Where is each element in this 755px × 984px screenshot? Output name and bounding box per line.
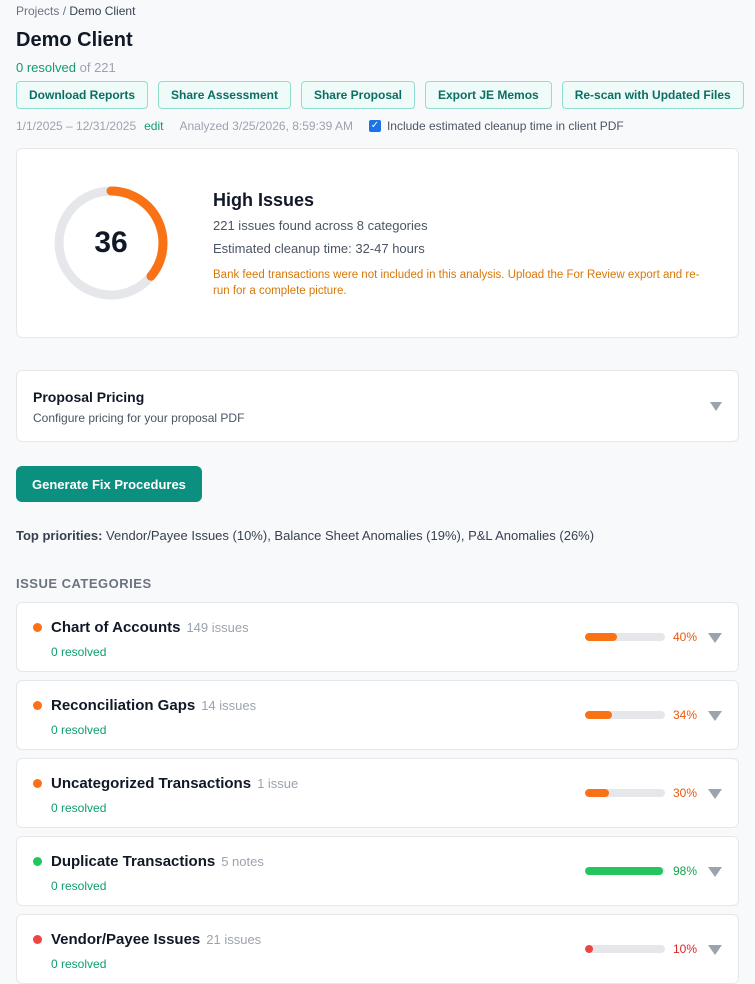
category-progress-fill [585, 945, 593, 953]
pricing-subtitle: Configure pricing for your proposal PDF [33, 411, 245, 425]
pricing-title: Proposal Pricing [33, 389, 145, 405]
chevron-down-icon[interactable] [708, 711, 722, 721]
download-reports-button[interactable]: Download Reports [16, 81, 149, 109]
category-resolved: 0 resolved [51, 723, 107, 737]
category-progress-bar [585, 633, 665, 641]
category-resolved: 0 resolved [51, 645, 107, 659]
edit-date-link[interactable]: edit [144, 119, 163, 133]
breadcrumb-separator: / [59, 4, 70, 18]
breadcrumb: Projects / Demo Client [16, 0, 739, 18]
category-progress-fill [585, 633, 617, 641]
resolved-count: 0 resolved [16, 60, 76, 75]
issues-summary: 221 issues found across 8 categories [213, 218, 428, 233]
bank-feed-warning: Bank feed transactions were not included… [213, 269, 700, 297]
action-toolbar: Download Reports Share Assessment Share … [16, 81, 744, 109]
top-priorities-text: Vendor/Payee Issues (10%), Balance Sheet… [102, 528, 595, 543]
breadcrumb-projects-link[interactable]: Projects [16, 4, 59, 18]
score-card: 36 High Issues 221 issues found across 8… [16, 148, 739, 338]
top-priorities-label: Top priorities: [16, 528, 103, 543]
chevron-down-icon[interactable] [708, 945, 722, 955]
chevron-down-icon[interactable] [710, 402, 722, 411]
score-details: High Issues 221 issues found across 8 ca… [213, 189, 713, 299]
include-cleanup-label[interactable]: Include estimated cleanup time in client… [387, 119, 624, 133]
analysis-meta: 1/1/2025 – 12/31/2025 edit Analyzed 3/25… [16, 118, 739, 134]
category-list: Chart of Accounts 149 issues 0 resolved 4… [16, 602, 739, 984]
category-name: Uncategorized Transactions 1 issue [51, 775, 299, 792]
category-name: Chart of Accounts 149 issues [51, 619, 249, 636]
cleanup-estimate: Estimated cleanup time: 32-47 hours [213, 241, 425, 256]
category-count: 149 issues [186, 620, 249, 635]
severity-dot [33, 623, 42, 632]
category-row[interactable]: Chart of Accounts 149 issues 0 resolved 4… [16, 602, 739, 672]
proposal-pricing-panel[interactable]: Proposal Pricing Configure pricing for y… [16, 370, 739, 442]
category-name: Vendor/Payee Issues 21 issues [51, 931, 262, 948]
severity-dot [33, 701, 42, 710]
category-percent: 34% [673, 708, 698, 722]
export-je-memos-button[interactable]: Export JE Memos [425, 81, 552, 109]
category-progress-bar [585, 945, 665, 953]
category-resolved: 0 resolved [51, 957, 107, 971]
page-title: Demo Client [16, 29, 133, 51]
category-progress-fill [585, 867, 664, 875]
category-count: 14 issues [201, 698, 257, 713]
category-progress-bar [585, 711, 665, 719]
category-resolved: 0 resolved [51, 801, 107, 815]
category-progress-fill [585, 711, 613, 719]
category-percent: 30% [673, 786, 698, 800]
category-row[interactable]: Reconciliation Gaps 14 issues 0 resolved … [16, 680, 739, 750]
category-percent: 40% [673, 630, 698, 644]
category-resolved: 0 resolved [51, 879, 107, 893]
breadcrumb-current: Demo Client [69, 4, 136, 18]
severity-dot [33, 779, 42, 788]
category-progress-fill [585, 789, 609, 797]
category-count: 1 issue [257, 776, 299, 791]
chevron-down-icon[interactable] [708, 633, 722, 643]
score-value: 36 [94, 226, 128, 259]
issue-categories-heading: ISSUE CATEGORIES [16, 576, 152, 591]
chevron-down-icon[interactable] [708, 867, 722, 877]
category-row[interactable]: Duplicate Transactions 5 notes 0 resolved… [16, 836, 739, 906]
category-name: Duplicate Transactions 5 notes [51, 853, 264, 870]
category-row[interactable]: Vendor/Payee Issues 21 issues 0 resolved … [16, 914, 739, 984]
category-percent: 98% [673, 864, 698, 878]
generate-fix-procedures-button[interactable]: Generate Fix Procedures [16, 466, 202, 502]
severity-dot [33, 857, 42, 866]
category-progress-bar [585, 867, 665, 875]
category-percent: 10% [673, 942, 698, 956]
severity-dot [33, 935, 42, 944]
page: Projects / Demo Client Demo Client 0 res… [0, 0, 755, 984]
category-progress-bar [585, 789, 665, 797]
analyzed-timestamp: Analyzed 3/25/2026, 8:59:39 AM [179, 119, 353, 133]
chevron-down-icon[interactable] [708, 789, 722, 799]
category-name: Reconciliation Gaps 14 issues [51, 697, 257, 714]
share-assessment-button[interactable]: Share Assessment [158, 81, 291, 109]
category-row[interactable]: Uncategorized Transactions 1 issue 0 reso… [16, 758, 739, 828]
share-proposal-button[interactable]: Share Proposal [300, 81, 415, 109]
category-count: 21 issues [206, 932, 262, 947]
rescan-button[interactable]: Re-scan with Updated Files [561, 81, 744, 109]
resolved-summary: 0 resolved of 221 [16, 59, 739, 77]
total-count: of 221 [79, 60, 116, 75]
include-cleanup-checkbox[interactable]: ✓ [368, 120, 381, 132]
date-range: 1/1/2025 – 12/31/2025 [16, 119, 137, 133]
top-priorities: Top priorities: Vendor/Payee Issues (10%… [16, 527, 739, 545]
score-title: High Issues [213, 190, 315, 210]
category-count: 5 notes [221, 854, 264, 869]
